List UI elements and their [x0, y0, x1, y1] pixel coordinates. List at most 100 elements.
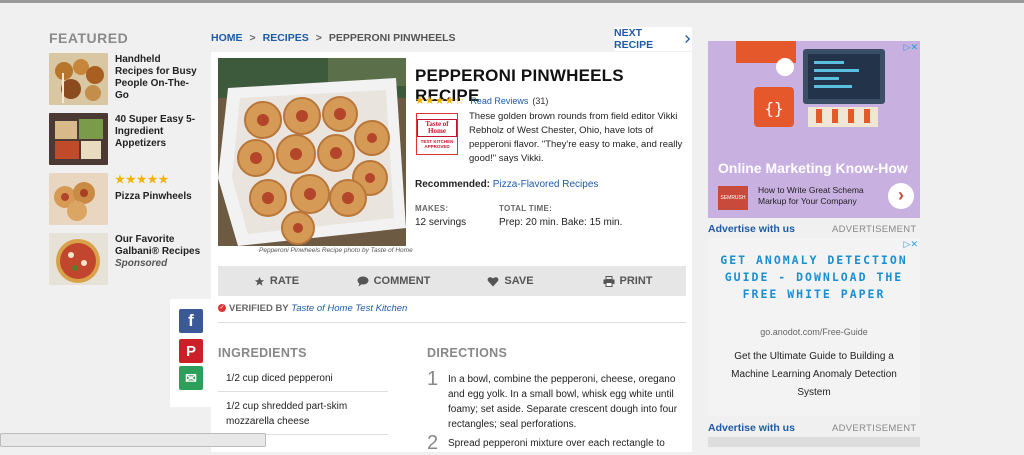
- next-recipe-button[interactable]: NEXT RECIPE: [614, 27, 692, 51]
- featured-thumbnail[interactable]: [49, 53, 108, 105]
- featured-sidebar: FEATURED Handheld Recipes for Busy Peopl…: [49, 30, 200, 285]
- rate-button[interactable]: RATE: [218, 275, 335, 287]
- directions-title: DIRECTIONS: [427, 346, 508, 360]
- sponsored-label: Sponsored: [115, 258, 168, 269]
- check-circle-icon: ✓: [218, 304, 226, 313]
- total-time-value: Prep: 20 min. Bake: 15 min.: [499, 217, 623, 228]
- total-time-label: TOTAL TIME:: [499, 204, 553, 213]
- test-kitchen-approved-badge: Taste of Home TEST KITCHEN APPROVED: [416, 113, 458, 155]
- recommended-link[interactable]: Pizza-Flavored Recipes: [493, 179, 599, 190]
- ad-choices-icon[interactable]: ▷✕: [904, 239, 918, 250]
- rating-stars: ★★★★★: [115, 174, 170, 186]
- ad-footer-1: Advertise with us: [708, 223, 795, 235]
- horizontal-scrollbar[interactable]: [0, 433, 266, 447]
- recipe-action-bar: RATE COMMENT SAVE PRINT: [218, 266, 686, 296]
- featured-item-appetizers[interactable]: 40 Super Easy 5-Ingredient Appetizers: [49, 113, 199, 165]
- ingredient-item: 1/2 cup shredded part-skim mozzarella ch…: [226, 401, 348, 427]
- rate-label[interactable]: RATE: [270, 275, 299, 287]
- featured-item-pizza-pinwheels[interactable]: ★★★★★ Pizza Pinwheels: [49, 173, 199, 225]
- comment-icon: [357, 276, 369, 286]
- breadcrumb-home[interactable]: HOME: [211, 32, 243, 44]
- next-recipe-label[interactable]: NEXT RECIPE: [614, 27, 676, 51]
- featured-thumbnail[interactable]: [49, 113, 108, 165]
- advertisement-label-text: ADVERTISEMENT: [832, 423, 917, 434]
- featured-item-label[interactable]: 40 Super Easy 5-Ingredient Appetizers: [115, 114, 201, 150]
- verified-source-link[interactable]: Taste of Home Test Kitchen: [291, 303, 407, 314]
- top-border: [0, 0, 1024, 3]
- featured-item-label[interactable]: Our Favorite Galbani® Recipes: [115, 234, 201, 258]
- print-button[interactable]: PRINT: [569, 275, 686, 287]
- makes-value: 12 servings: [415, 217, 467, 228]
- featured-thumbnail[interactable]: [49, 173, 108, 225]
- breadcrumb-recipes[interactable]: RECIPES: [263, 32, 309, 44]
- featured-thumbnail[interactable]: [49, 233, 108, 285]
- featured-item-handheld[interactable]: Handheld Recipes for Busy People On-The-…: [49, 53, 199, 105]
- svg-text:{}: {}: [764, 99, 783, 118]
- facebook-share-button[interactable]: f: [179, 309, 203, 333]
- ingredient-item: 1/2 cup diced pepperoni: [226, 373, 333, 384]
- advertise-with-us-link[interactable]: Advertise with us: [708, 223, 795, 235]
- advertisement-label: ADVERTISEMENT: [832, 422, 917, 434]
- save-label[interactable]: SAVE: [504, 275, 533, 287]
- advertisement-label: ADVERTISEMENT: [832, 223, 917, 235]
- print-label[interactable]: PRINT: [620, 275, 653, 287]
- pinterest-share-button[interactable]: P: [179, 339, 203, 363]
- read-reviews-link[interactable]: Read Reviews: [470, 96, 528, 106]
- featured-item-label[interactable]: Pizza Pinwheels: [115, 191, 201, 203]
- ad-body[interactable]: Get the Ultimate Guide to Building a Mac…: [718, 348, 910, 402]
- pinterest-icon: P: [185, 342, 196, 360]
- save-button[interactable]: SAVE: [452, 275, 569, 287]
- featured-title: FEATURED: [49, 30, 129, 46]
- recommended: Recommended: Pizza-Flavored Recipes: [415, 179, 598, 190]
- facebook-icon: f: [188, 311, 194, 330]
- recipe-photo: [218, 58, 406, 246]
- step-number: 2: [427, 432, 439, 454]
- recipe-rating: ★★★★☆ Read Reviews (31): [415, 94, 548, 107]
- breadcrumb: HOME > RECIPES > PEPPERONI PINWHEELS: [211, 32, 456, 44]
- social-share-bar: f P ✉: [170, 299, 212, 407]
- comment-button[interactable]: COMMENT: [335, 275, 452, 287]
- breadcrumb-current: PEPPERONI PINWHEELS: [328, 32, 456, 44]
- heart-icon: [488, 276, 499, 286]
- print-icon: [603, 275, 614, 287]
- ingredient-divider: [218, 391, 388, 392]
- badge-logo: Taste of Home: [417, 119, 457, 137]
- ad-headline[interactable]: GET ANOMALY DETECTION GUIDE - DOWNLOAD T…: [708, 252, 920, 303]
- recommended-label: Recommended:: [415, 179, 491, 190]
- ad-url[interactable]: go.anodot.com/Free-Guide: [708, 327, 920, 337]
- advertisement-label-text: ADVERTISEMENT: [832, 224, 917, 235]
- ad-choices-icon[interactable]: ▷✕: [904, 42, 918, 53]
- star-icon: [254, 276, 265, 286]
- email-share-button[interactable]: ✉: [179, 366, 203, 390]
- photo-caption: Pepperoni Pinwheels Recipe photo by Tast…: [259, 247, 413, 254]
- recipe-description: These golden brown rounds from field edi…: [469, 111, 683, 164]
- ingredients-title: INGREDIENTS: [218, 346, 307, 360]
- step-number: 1: [427, 368, 439, 390]
- ad-subtext[interactable]: How to Write Great Schema Markup for You…: [758, 185, 878, 207]
- comment-label[interactable]: COMMENT: [374, 275, 431, 287]
- step-text: Spread pepperoni mixture over each recta…: [448, 438, 665, 449]
- breadcrumb-separator: >: [315, 32, 322, 44]
- badge-subtitle: TEST KITCHEN APPROVED: [420, 139, 454, 149]
- email-icon: ✉: [185, 369, 197, 386]
- advertisement-banner-2[interactable]: ▷✕ GET ANOMALY DETECTION GUIDE - DOWNLOA…: [708, 238, 920, 416]
- featured-item-label[interactable]: Handheld Recipes for Busy People On-The-…: [115, 54, 201, 102]
- advertise-with-us-link[interactable]: Advertise with us: [708, 422, 795, 434]
- ad-headline[interactable]: Online Marketing Know-How: [718, 160, 908, 176]
- step-text: In a bowl, combine the pepperoni, cheese…: [448, 374, 678, 430]
- ad-arrow-button[interactable]: ›: [888, 183, 914, 209]
- featured-item-label-wrap[interactable]: ★★★★★ Pizza Pinwheels: [115, 174, 201, 203]
- advertisement-banner-1[interactable]: {} ▷✕ Online Marketing Know-How SEMRUSH …: [708, 41, 920, 218]
- rating-stars: ★★★★☆: [415, 95, 465, 107]
- reviews-count: (31): [532, 95, 549, 106]
- featured-item-text[interactable]: Our Favorite Galbani® Recipes Sponsored: [115, 234, 201, 270]
- makes-label: MAKES:: [415, 204, 449, 213]
- recipe-card: Pepperoni Pinwheels Recipe photo by Tast…: [211, 52, 692, 454]
- verified-label: VERIFIED BY: [229, 303, 289, 314]
- featured-item-galbani[interactable]: Our Favorite Galbani® Recipes Sponsored: [49, 233, 201, 285]
- advertisement-banner-3[interactable]: [708, 437, 920, 447]
- section-divider: [218, 322, 686, 323]
- semrush-logo: SEMRUSH: [718, 186, 748, 210]
- breadcrumb-separator: >: [249, 32, 256, 44]
- chevron-right-icon: [685, 34, 691, 44]
